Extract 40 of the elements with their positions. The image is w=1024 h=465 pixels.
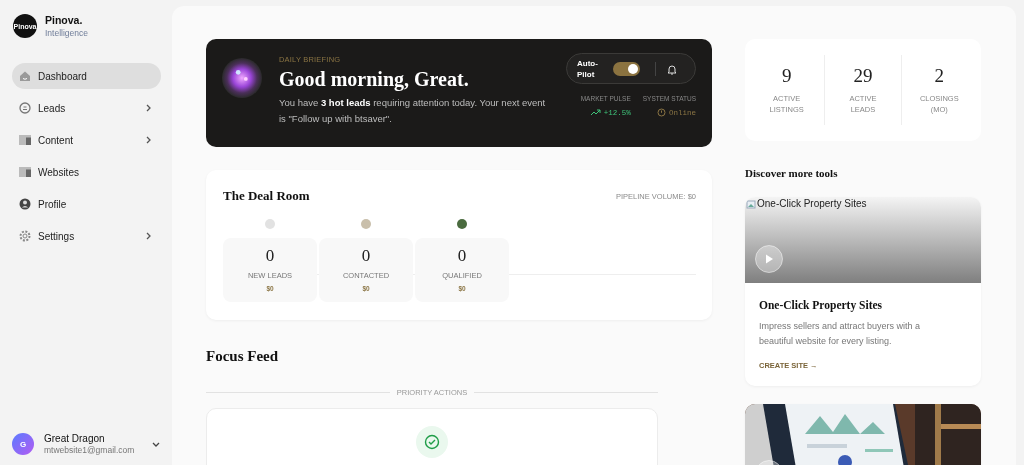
section-heading: Discover more tools: [745, 167, 839, 179]
home-icon: [18, 69, 32, 83]
sidebar-item[interactable]: Content: [12, 127, 161, 153]
sidebar-item[interactable]: Websites: [12, 159, 161, 185]
tool-description: Impress sellers and attract buyers with a beautiful website for every listing.: [759, 320, 922, 348]
power-icon: [657, 108, 666, 117]
stat-value: 2: [934, 65, 945, 87]
brand-name: Pinova.: [45, 14, 84, 26]
glowing-orb-icon: [222, 57, 262, 99]
sidebar-item[interactable]: Dashboard: [12, 63, 161, 89]
user-name: Great Dragon: [44, 433, 106, 444]
section-heading: Focus Feed: [206, 348, 280, 365]
stage-count: 0: [265, 246, 275, 266]
briefing-message: You have 3 hot leads requiring attention today. Your next event is "Follow up with btsaver".: [279, 96, 547, 126]
check-circle-icon: [416, 426, 448, 458]
autopilot-toggle[interactable]: [613, 61, 640, 76]
stat-value: 9: [781, 65, 792, 87]
autopilot-label: Auto-Pilot: [577, 57, 599, 80]
broken-image-icon: [746, 198, 756, 209]
sidebar-item[interactable]: Leads: [12, 95, 161, 121]
user-avatar: G: [12, 433, 34, 455]
user-icon: [18, 197, 32, 211]
user-email: mtwebsite1@gmail.com: [44, 445, 136, 455]
face-icon: [18, 101, 32, 115]
image-alt-text: One-Click Property Sites: [757, 198, 867, 209]
sidebar-item[interactable]: Settings: [12, 223, 161, 249]
stage-count: 0: [457, 246, 467, 266]
brand-tagline: Intelligence: [45, 28, 88, 38]
stage-count: 0: [361, 246, 371, 266]
card-title: The Deal Room: [223, 188, 310, 204]
bell-icon[interactable]: [666, 62, 678, 75]
stat-value: 29: [853, 65, 873, 87]
settings-icon: [18, 229, 32, 243]
layout-icon: [18, 133, 32, 147]
sidebar-item[interactable]: Profile: [12, 191, 161, 217]
tool-title: One-Click Property Sites: [759, 299, 884, 311]
trend-up-icon: [589, 108, 601, 117]
play-button-icon[interactable]: [755, 245, 783, 273]
greeting-heading: Good morning, Great.: [279, 68, 470, 91]
layout-icon: [18, 165, 32, 179]
